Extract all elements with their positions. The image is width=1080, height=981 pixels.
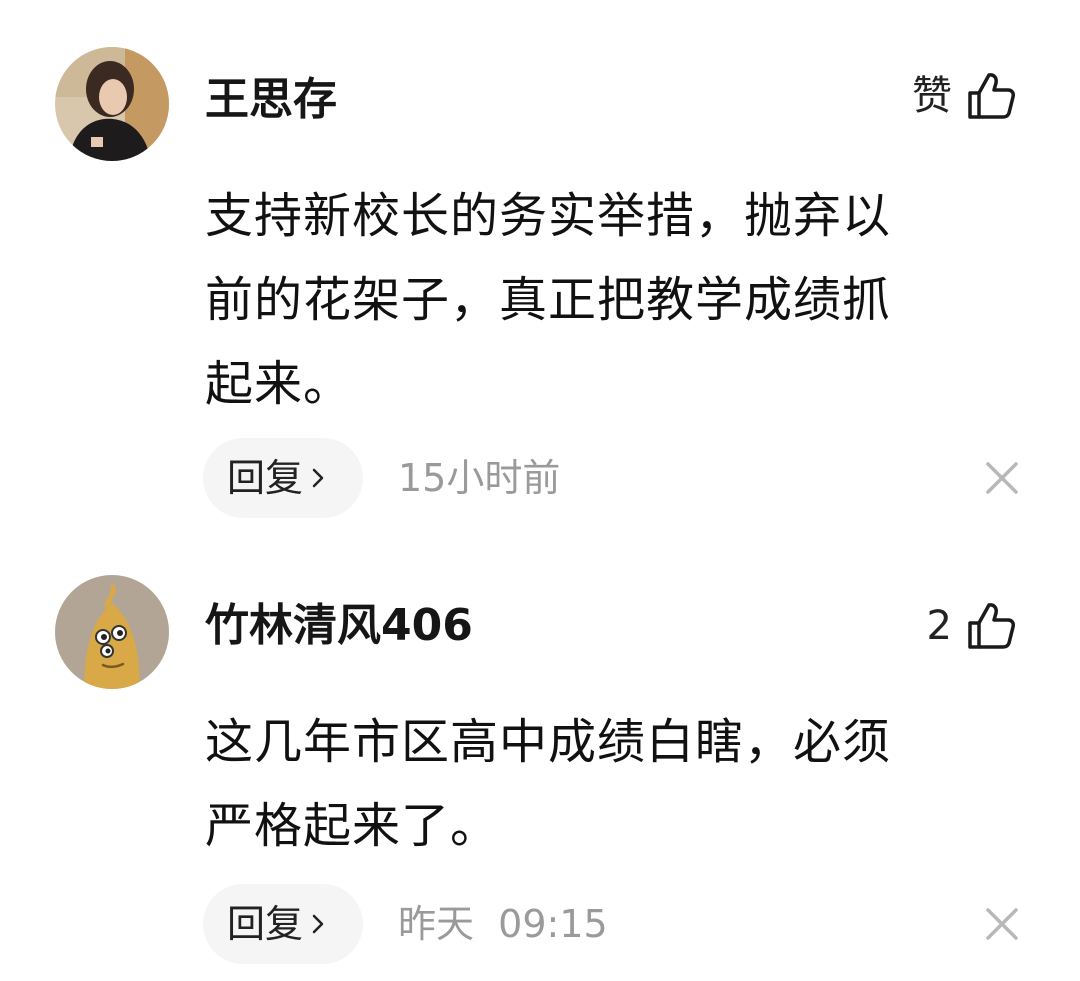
chevron-right-icon: [311, 466, 325, 490]
user-photo-avatar-icon: [55, 47, 169, 161]
comment-text-line: 严格起来了。: [205, 798, 500, 854]
like-count: 2: [926, 603, 952, 649]
reply-label: 回复: [227, 456, 304, 500]
cartoon-avatar-icon: [55, 575, 169, 689]
username[interactable]: 竹林清风406: [205, 600, 473, 652]
user-avatar[interactable]: [55, 47, 169, 161]
close-icon: [986, 462, 1018, 494]
user-avatar[interactable]: [55, 575, 169, 689]
comment-text-line: 起来。: [205, 356, 353, 412]
like-button[interactable]: 赞: [912, 68, 1016, 124]
comment-text-line: 前的花架子，真正把教学成绩抓: [205, 272, 892, 328]
comment-text-line: 这几年市区高中成绩白瞎，必须: [205, 714, 892, 770]
username[interactable]: 王思存: [205, 74, 337, 126]
like-button[interactable]: 2: [927, 598, 1016, 654]
close-button[interactable]: [982, 458, 1022, 498]
timestamp: 15小时前: [398, 456, 561, 500]
reply-button[interactable]: 回复: [203, 884, 363, 964]
thumbs-up-icon: [966, 71, 1016, 121]
timestamp: 昨天 09:15: [398, 902, 608, 946]
close-button[interactable]: [982, 904, 1022, 944]
like-label: 赞: [912, 73, 952, 119]
comment-text-line: 支持新校长的务实举措，抛弃以: [205, 188, 892, 244]
comment-text: 这几年市区高中成绩白瞎，必须 严格起来了。: [205, 700, 1005, 868]
close-icon: [986, 908, 1018, 940]
reply-label: 回复: [227, 902, 304, 946]
comment-item: 王思存 赞 支持新校长的务实举措，抛弃以 前的花架子，真正把教学成绩抓 起来。 …: [0, 0, 1080, 540]
thumbs-up-icon: [966, 601, 1016, 651]
reply-button[interactable]: 回复: [203, 438, 363, 518]
chevron-right-icon: [311, 912, 325, 936]
comment-text: 支持新校长的务实举措，抛弃以 前的花架子，真正把教学成绩抓 起来。: [205, 174, 1005, 426]
comment-item: 竹林清风406 2 这几年市区高中成绩白瞎，必须 严格起来了。 回复 昨天 09…: [0, 540, 1080, 981]
